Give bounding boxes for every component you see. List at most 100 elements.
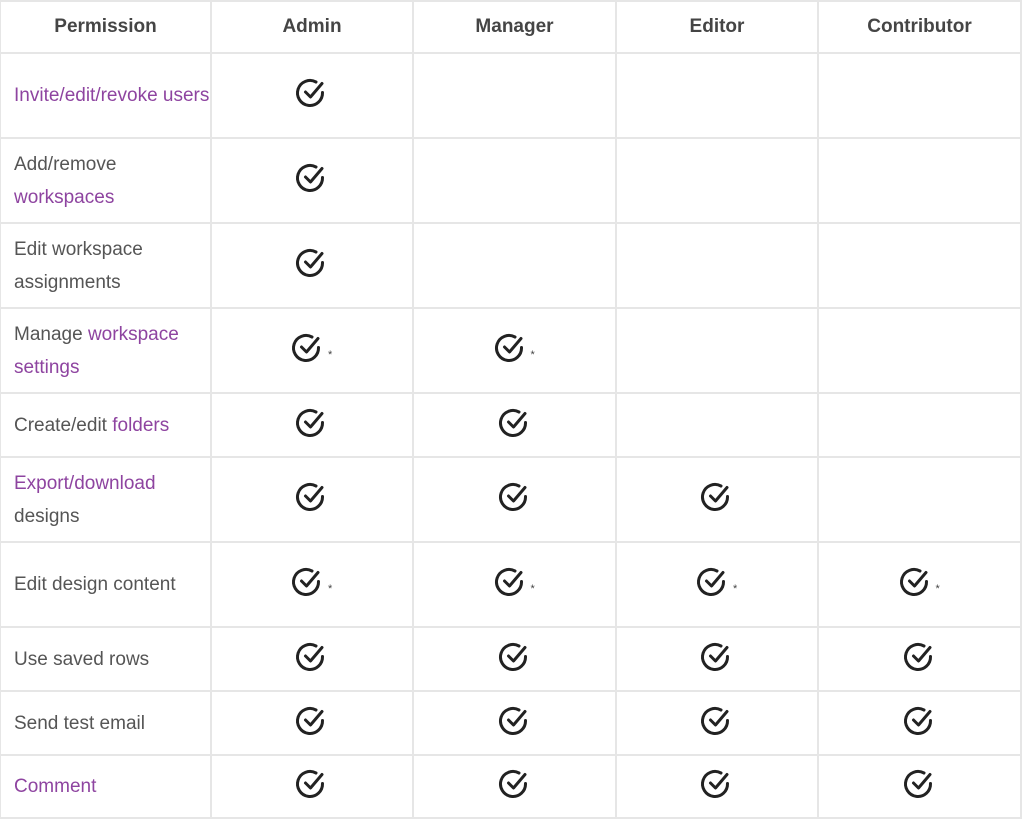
check-circle-icon bbox=[294, 405, 330, 441]
permission-text: Edit workspace assignments bbox=[14, 238, 143, 293]
check-circle-icon bbox=[902, 639, 938, 675]
check-circle-icon bbox=[497, 639, 533, 675]
cell-manager: * bbox=[412, 541, 617, 628]
permission-label: Send test email bbox=[0, 690, 212, 756]
check-circle-icon: * bbox=[290, 564, 332, 600]
cell-admin bbox=[210, 626, 414, 692]
cell-admin bbox=[210, 52, 414, 139]
cell-editor bbox=[615, 392, 819, 458]
cell-editor bbox=[615, 222, 819, 309]
permission-link[interactable]: workspaces bbox=[14, 187, 114, 208]
permission-link[interactable]: Comment bbox=[14, 776, 96, 797]
permission-label: Edit design content bbox=[0, 541, 212, 628]
cell-manager bbox=[412, 626, 617, 692]
table-row: Add/remove workspaces bbox=[0, 137, 1022, 224]
column-header-manager: Manager bbox=[412, 0, 617, 54]
cell-contributor bbox=[817, 222, 1022, 309]
permission-link[interactable]: folders bbox=[112, 415, 169, 436]
permission-text: Create/edit bbox=[14, 414, 113, 436]
cell-manager bbox=[412, 222, 617, 309]
cell-admin bbox=[210, 456, 414, 543]
cell-admin: * bbox=[210, 541, 414, 628]
permission-link[interactable]: Export/download bbox=[14, 473, 156, 494]
cell-contributor bbox=[817, 626, 1022, 692]
check-circle-icon: * bbox=[493, 564, 535, 600]
cell-contributor bbox=[817, 754, 1022, 819]
permission-label: Export/download designs bbox=[0, 456, 212, 543]
cell-manager bbox=[412, 690, 617, 756]
check-circle-icon: * bbox=[695, 564, 737, 600]
permission-label: Manage workspace settings bbox=[0, 307, 212, 394]
check-circle-icon bbox=[699, 703, 735, 739]
permission-label: Edit workspace assignments bbox=[0, 222, 212, 309]
column-header-editor: Editor bbox=[615, 0, 819, 54]
permission-text: designs bbox=[14, 505, 80, 527]
cell-contributor bbox=[817, 456, 1022, 543]
check-circle-icon bbox=[902, 703, 938, 739]
cell-admin bbox=[210, 754, 414, 819]
asterisk-note: * bbox=[733, 583, 738, 595]
cell-editor bbox=[615, 307, 819, 394]
cell-editor bbox=[615, 137, 819, 224]
table-row: Edit workspace assignments bbox=[0, 222, 1022, 309]
check-circle-icon bbox=[294, 245, 330, 281]
cell-manager bbox=[412, 137, 617, 224]
permission-text: Add/remove bbox=[14, 153, 117, 175]
cell-manager: * bbox=[412, 307, 617, 394]
table-row: Edit design content * * * * bbox=[0, 541, 1022, 628]
permission-link[interactable]: Invite/edit/revoke users bbox=[14, 85, 209, 106]
check-circle-icon: * bbox=[290, 330, 332, 366]
check-circle-icon: * bbox=[898, 564, 940, 600]
table-row: Manage workspace settings * * bbox=[0, 307, 1022, 394]
permission-text: Use saved rows bbox=[14, 648, 150, 670]
permission-label: Invite/edit/revoke users bbox=[0, 52, 212, 139]
cell-contributor: * bbox=[817, 541, 1022, 628]
check-circle-icon bbox=[699, 639, 735, 675]
check-circle-icon bbox=[294, 639, 330, 675]
column-header-admin: Admin bbox=[210, 0, 414, 54]
permission-text: Send test email bbox=[14, 712, 145, 734]
check-circle-icon bbox=[497, 479, 533, 515]
cell-editor bbox=[615, 52, 819, 139]
check-circle-icon bbox=[294, 75, 330, 111]
cell-editor bbox=[615, 754, 819, 819]
cell-contributor bbox=[817, 690, 1022, 756]
cell-editor: * bbox=[615, 541, 819, 628]
cell-manager bbox=[412, 392, 617, 458]
table-row: Create/edit folders bbox=[0, 392, 1022, 458]
table-row: Send test email bbox=[0, 690, 1022, 756]
cell-editor bbox=[615, 690, 819, 756]
cell-admin bbox=[210, 222, 414, 309]
column-header-contributor: Contributor bbox=[817, 0, 1022, 54]
cell-admin bbox=[210, 392, 414, 458]
permission-label: Comment bbox=[0, 754, 212, 819]
check-circle-icon bbox=[294, 703, 330, 739]
permission-text: Edit design content bbox=[14, 574, 176, 595]
table-row: Comment bbox=[0, 754, 1022, 819]
cell-manager bbox=[412, 456, 617, 543]
check-circle-icon bbox=[902, 766, 938, 802]
cell-editor bbox=[615, 626, 819, 692]
cell-contributor bbox=[817, 137, 1022, 224]
asterisk-note: * bbox=[328, 583, 333, 595]
check-circle-icon bbox=[294, 479, 330, 515]
cell-editor bbox=[615, 456, 819, 543]
check-circle-icon bbox=[294, 160, 330, 196]
table-row: Invite/edit/revoke users bbox=[0, 52, 1022, 139]
asterisk-note: * bbox=[935, 583, 940, 595]
check-circle-icon bbox=[294, 766, 330, 802]
permissions-table: Permission Admin Manager Editor Contribu… bbox=[0, 0, 1022, 819]
cell-manager bbox=[412, 754, 617, 819]
permission-label: Add/remove workspaces bbox=[0, 137, 212, 224]
check-circle-icon: * bbox=[493, 330, 535, 366]
permission-label: Create/edit folders bbox=[0, 392, 212, 458]
cell-admin bbox=[210, 137, 414, 224]
asterisk-note: * bbox=[328, 349, 333, 361]
cell-contributor bbox=[817, 307, 1022, 394]
cell-admin: * bbox=[210, 307, 414, 394]
column-header-permission: Permission bbox=[0, 0, 212, 54]
permission-label: Use saved rows bbox=[0, 626, 212, 692]
check-circle-icon bbox=[497, 766, 533, 802]
table-row: Export/download designs bbox=[0, 456, 1022, 543]
check-circle-icon bbox=[497, 405, 533, 441]
